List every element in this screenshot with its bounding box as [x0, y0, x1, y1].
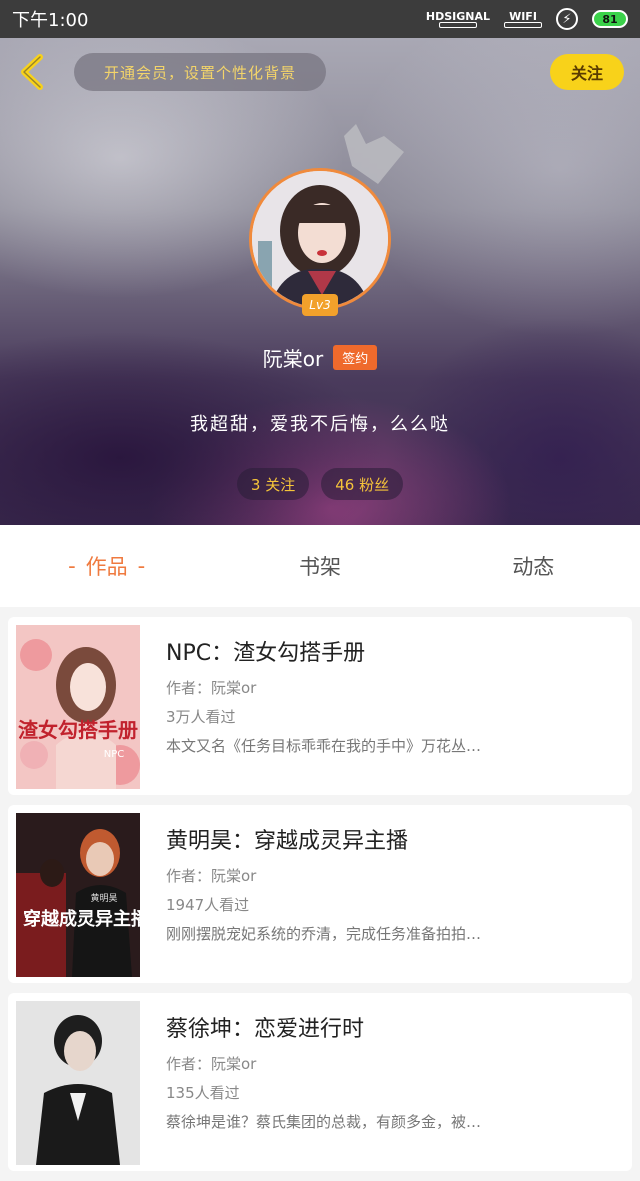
- book-views: 1947人看过: [166, 896, 250, 914]
- book-title: NPC：渣女勾搭手册: [166, 641, 366, 666]
- avatar-image: [252, 171, 388, 307]
- following-count[interactable]: 3 关注: [236, 468, 310, 500]
- follow-button[interactable]: 关注: [550, 54, 624, 90]
- works-list: 渣女勾搭手册 NPC NPC：渣女勾搭手册 作者：阮棠or 3万人看过 本文又名…: [8, 617, 632, 1181]
- list-item[interactable]: 渣女勾搭手册 NPC NPC：渣女勾搭手册 作者：阮棠or 3万人看过 本文又名…: [8, 617, 632, 795]
- battery-level: 81: [602, 12, 618, 26]
- book-info: NPC：渣女勾搭手册 作者：阮棠or 3万人看过 本文又名《任务目标乖乖在我的手…: [166, 635, 602, 756]
- avatar[interactable]: [249, 168, 391, 310]
- book-views: 3万人看过: [166, 708, 236, 726]
- charging-icon: ⚡: [556, 8, 578, 30]
- wifi-icon: WIFI: [504, 11, 542, 28]
- tab-activity-label: 动态: [512, 555, 555, 579]
- book-cover: 渣女勾搭手册 NPC: [16, 625, 140, 789]
- book-description: 刚刚摆脱宠妃系统的乔清，完成任务准备拍拍…: [166, 925, 482, 943]
- svg-text:渣女勾搭手册: 渣女勾搭手册: [18, 718, 138, 742]
- follow-label: 关注: [570, 64, 603, 83]
- tab-bookshelf-label: 书架: [298, 555, 341, 579]
- tab-activity[interactable]: 动态: [427, 525, 640, 607]
- book-info: 黄明昊：穿越成灵异主播 作者：阮棠or 1947人看过 刚刚摆脱宠妃系统的乔清，…: [166, 823, 602, 944]
- book-cover: 穿越成灵异主播 黄明昊: [16, 813, 140, 977]
- svg-text:黄明昊: 黄明昊: [90, 892, 117, 904]
- back-arrow-icon[interactable]: [14, 52, 54, 92]
- stats-row: 3 关注 46 粉丝: [0, 468, 640, 500]
- battery-icon: 81: [592, 10, 628, 28]
- book-title: 黄明昊：穿越成灵异主播: [166, 829, 409, 854]
- level-badge: Lv3: [302, 294, 338, 316]
- tab-works-label: 作品: [85, 555, 128, 579]
- book-description: 蔡徐坤是谁？蔡氏集团的总裁，有颜多金，被…: [166, 1113, 482, 1131]
- status-time: 下午1:00: [12, 10, 89, 31]
- tab-bookshelf[interactable]: 书架: [213, 525, 426, 607]
- book-info: 蔡徐坤：恋爱进行时 作者：阮棠or 135人看过 蔡徐坤是谁？蔡氏集团的总裁，有…: [166, 1011, 602, 1132]
- book-cover: [16, 1001, 140, 1165]
- book-author: 作者：阮棠or: [166, 679, 257, 697]
- book-description: 本文又名《任务目标乖乖在我的手中》万花丛…: [166, 737, 482, 755]
- tab-works[interactable]: - 作品 -: [0, 525, 213, 607]
- svg-text:NPC: NPC: [104, 749, 125, 760]
- name-row: 阮棠or 签约: [0, 343, 640, 372]
- book-author: 作者：阮棠or: [166, 1055, 257, 1073]
- book-title: 蔡徐坤：恋爱进行时: [166, 1017, 365, 1042]
- list-item[interactable]: 蔡徐坤：恋爱进行时 作者：阮棠or 135人看过 蔡徐坤是谁？蔡氏集团的总裁，有…: [8, 993, 632, 1171]
- book-views: 135人看过: [166, 1084, 240, 1102]
- bio-text: 我超甜，爱我不后悔，么么哒: [190, 414, 450, 435]
- vip-background-promo[interactable]: 开通会员，设置个性化背景: [74, 53, 326, 91]
- fans-count[interactable]: 46 粉丝: [321, 468, 404, 500]
- profile-tabs: - 作品 - 书架 动态: [0, 525, 640, 607]
- status-icons: HDSIGNAL WIFI ⚡ 81: [426, 8, 628, 30]
- signed-badge: 签约: [333, 345, 378, 370]
- promo-text: 开通会员，设置个性化背景: [103, 63, 296, 82]
- status-bar: 下午1:00 HDSIGNAL WIFI ⚡ 81: [0, 0, 640, 38]
- svg-text:穿越成灵异主播: 穿越成灵异主播: [23, 908, 140, 930]
- profile-header: 开通会员，设置个性化背景 关注 Lv3 阮棠or 签约 我超甜，爱我不后悔，么么…: [0, 38, 640, 525]
- book-author: 作者：阮棠or: [166, 867, 257, 885]
- list-item[interactable]: 穿越成灵异主播 黄明昊 黄明昊：穿越成灵异主播 作者：阮棠or 1947人看过 …: [8, 805, 632, 983]
- username: 阮棠or: [262, 347, 324, 371]
- signal-icon: HDSIGNAL: [426, 11, 490, 28]
